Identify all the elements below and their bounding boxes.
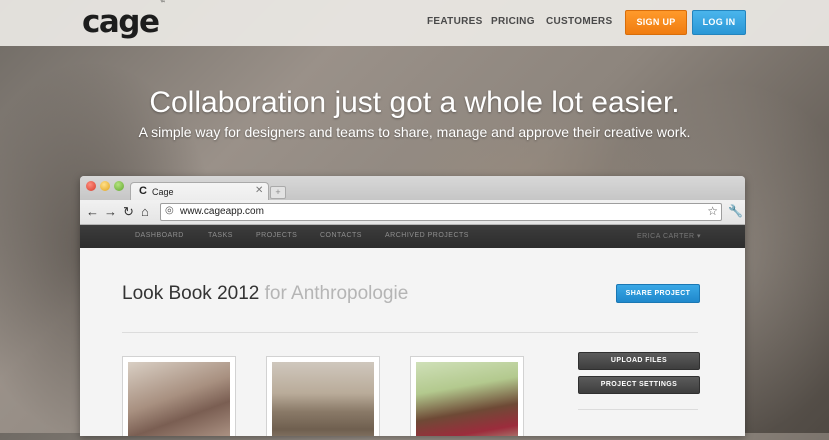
share-project-button[interactable]: SHARE PROJECT <box>616 284 700 303</box>
wrench-icon[interactable]: 🔧 <box>728 204 743 218</box>
logo-trademark: ™ <box>159 0 166 7</box>
cage-logo[interactable]: cage™ <box>82 0 165 40</box>
project-name: Look Book 2012 <box>122 283 260 304</box>
window-minimize-icon[interactable] <box>100 181 110 191</box>
app-navigation-bar: DASHBOARD TASKS PROJECTS CONTACTS ARCHIV… <box>80 225 745 248</box>
user-menu[interactable]: ERICA CARTER ▾ <box>637 232 701 240</box>
top-navigation-bar: cage™ FEATURES PRICING CUSTOMERS SIGN UP… <box>0 0 829 46</box>
nav-link-customers[interactable]: CUSTOMERS <box>546 16 612 27</box>
app-nav-archived-projects[interactable]: ARCHIVED PROJECTS <box>385 232 469 239</box>
project-client: for Anthropologie <box>264 283 409 304</box>
thumbnail-image <box>272 362 374 436</box>
browser-mockup: C Cage ✕ + ← → ↻ ⌂ ◎ www.cageapp.com ☆ 🔧… <box>80 176 745 436</box>
reload-icon[interactable]: ↻ <box>123 204 134 220</box>
project-file-thumbnail[interactable] <box>410 356 524 436</box>
home-icon[interactable]: ⌂ <box>141 204 149 219</box>
cage-favicon-icon: C <box>139 185 147 197</box>
forward-arrow-icon[interactable]: → <box>104 204 117 219</box>
hero-subtitle: A simple way for designers and teams to … <box>138 124 691 140</box>
tab-title: Cage <box>152 187 174 197</box>
new-tab-icon[interactable]: + <box>270 186 286 199</box>
window-zoom-icon[interactable] <box>114 181 124 191</box>
logo-text: cage <box>82 4 160 40</box>
app-nav-projects[interactable]: PROJECTS <box>256 232 297 239</box>
address-bar[interactable]: ◎ www.cageapp.com ☆ <box>160 203 722 221</box>
app-nav-contacts[interactable]: CONTACTS <box>320 232 362 239</box>
project-title: Look Book 2012 for Anthropologie <box>122 283 408 305</box>
divider <box>122 332 698 333</box>
thumbnail-image <box>128 362 230 436</box>
browser-tab-strip: C Cage ✕ + <box>80 176 745 201</box>
browser-tab[interactable]: C Cage ✕ <box>130 182 269 201</box>
url-text: www.cageapp.com <box>180 206 264 217</box>
globe-icon: ◎ <box>165 205 174 216</box>
browser-toolbar: ← → ↻ ⌂ ◎ www.cageapp.com ☆ 🔧 <box>80 200 745 225</box>
app-nav-dashboard[interactable]: DASHBOARD <box>135 232 184 239</box>
project-page: Look Book 2012 for Anthropologie SHARE P… <box>80 248 745 436</box>
nav-link-features[interactable]: FEATURES <box>427 16 483 27</box>
app-nav-tasks[interactable]: TASKS <box>208 232 233 239</box>
log-in-button[interactable]: LOG IN <box>692 10 746 35</box>
project-file-thumbnail[interactable] <box>122 356 236 436</box>
nav-link-pricing[interactable]: PRICING <box>491 16 535 27</box>
thumbnail-image <box>416 362 518 436</box>
sign-up-button[interactable]: SIGN UP <box>625 10 687 35</box>
divider <box>578 409 698 410</box>
tab-close-icon[interactable]: ✕ <box>255 185 263 196</box>
hero-title: Collaboration just got a whole lot easie… <box>149 86 680 119</box>
back-arrow-icon[interactable]: ← <box>86 204 99 219</box>
project-settings-button[interactable]: PROJECT SETTINGS <box>578 376 700 394</box>
upload-files-button[interactable]: UPLOAD FILES <box>578 352 700 370</box>
bookmark-star-icon[interactable]: ☆ <box>707 204 718 218</box>
project-file-thumbnail[interactable] <box>266 356 380 436</box>
window-close-icon[interactable] <box>86 181 96 191</box>
